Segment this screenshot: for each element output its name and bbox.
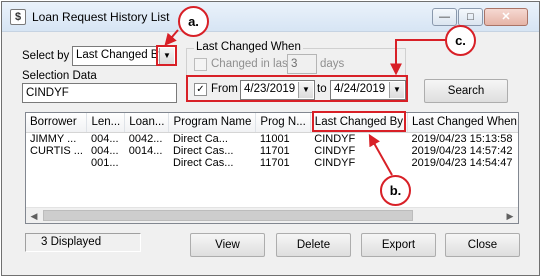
- callout-c: c.: [445, 25, 476, 56]
- annotation-arrow-c: [390, 39, 446, 76]
- callout-a: a.: [178, 6, 209, 37]
- annotation-arrow-a: [164, 29, 179, 46]
- callout-b: b.: [380, 175, 411, 206]
- annotation-arrow-b: [368, 133, 393, 176]
